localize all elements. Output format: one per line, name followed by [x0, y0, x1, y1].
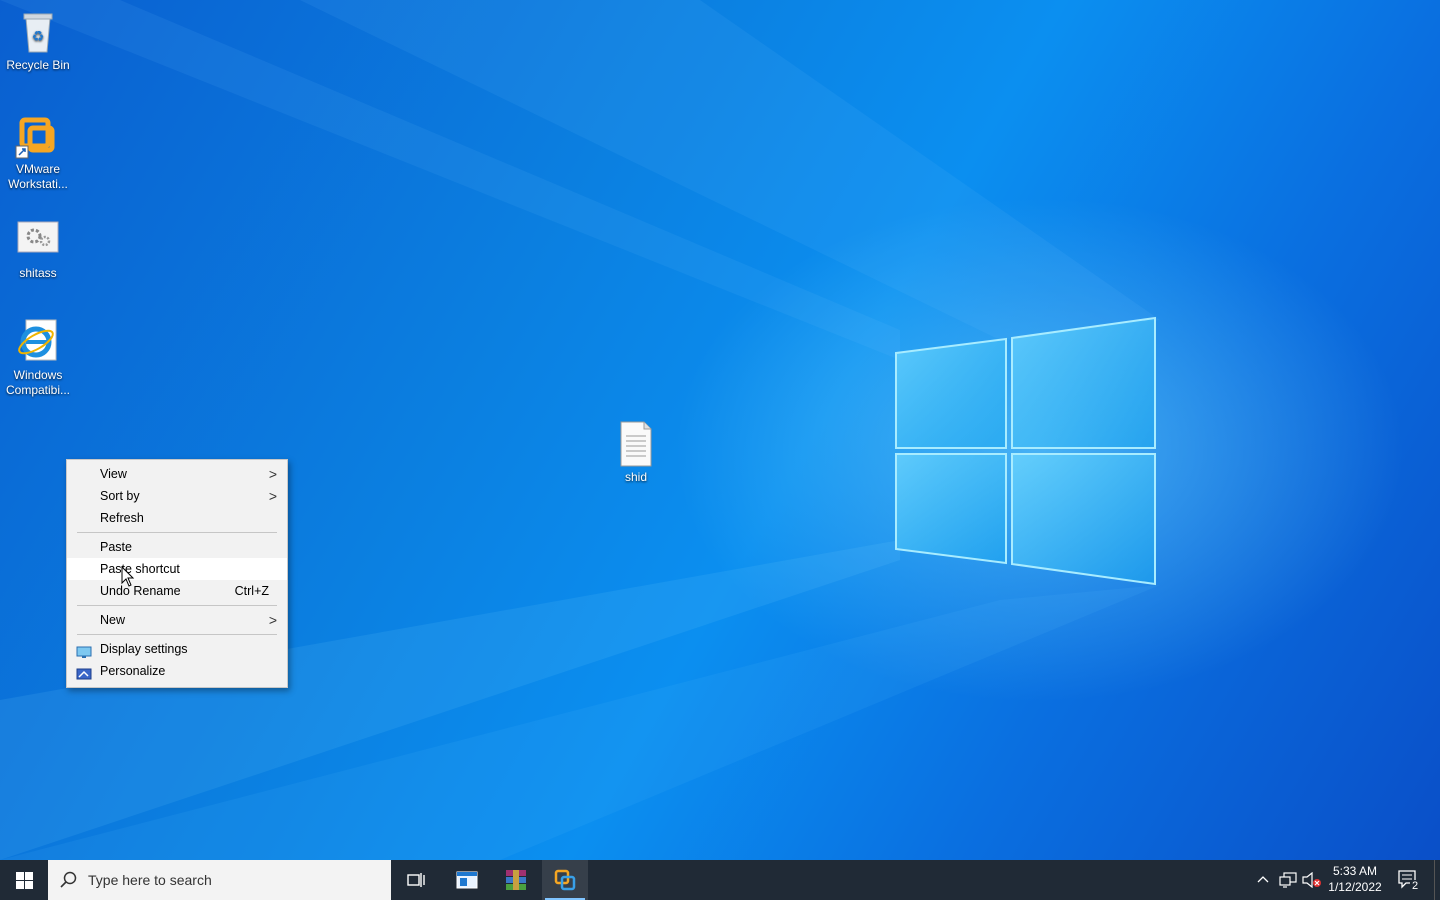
desktop-icon-recycle-bin[interactable]: ♻ Recycle Bin: [0, 8, 76, 73]
taskbar-app-winrar[interactable]: [493, 860, 539, 900]
taskbar-clock[interactable]: 5:33 AM 1/12/2022: [1322, 863, 1388, 895]
svg-text:♻: ♻: [32, 29, 45, 45]
search-icon: [60, 871, 77, 888]
mouse-cursor: [121, 566, 135, 587]
desktop-context-menu: View > Sort by > Refresh Paste Paste sho…: [66, 459, 288, 688]
chevron-right-icon: >: [268, 488, 277, 504]
text-file-icon: [612, 420, 660, 468]
window-app-icon: [456, 871, 478, 889]
desktop-icon-windows-compat[interactable]: Windows Compatibi...: [0, 318, 76, 398]
taskbar-app-vmware[interactable]: [542, 860, 588, 900]
menu-item-undo-rename[interactable]: Undo Rename Ctrl+Z: [67, 580, 287, 602]
menu-item-paste[interactable]: Paste: [67, 536, 287, 558]
task-view-icon: [407, 873, 425, 887]
clock-date: 1/12/2022: [1328, 880, 1382, 894]
wallpaper-light-beams: [0, 0, 1160, 860]
search-placeholder: Type here to search: [88, 872, 212, 888]
chevron-right-icon: >: [268, 612, 277, 628]
settings-app-icon: [14, 216, 62, 264]
show-desktop-button[interactable]: [1434, 860, 1440, 900]
taskbar-app-explorer[interactable]: [444, 860, 490, 900]
chevron-right-icon: >: [268, 466, 277, 482]
notification-count-badge: 2: [1410, 880, 1421, 892]
action-center-button[interactable]: 2: [1392, 860, 1428, 900]
menu-item-view[interactable]: View >: [67, 463, 287, 485]
vmware-label: VMware Workstati...: [8, 162, 68, 191]
recycle-bin-label: Recycle Bin: [6, 58, 70, 72]
undo-shortcut-hint: Ctrl+Z: [234, 584, 269, 598]
menu-item-sort-by[interactable]: Sort by >: [67, 485, 287, 507]
chevron-up-icon: [1257, 876, 1269, 883]
windows-logo-wallpaper: [895, 316, 1156, 586]
taskbar: Type here to search 5:33 AM 1/12/2022 2: [0, 860, 1440, 900]
windows-compat-label: Windows Compatibi...: [5, 368, 71, 397]
vmware-icon: [554, 869, 576, 891]
network-tray-button[interactable]: [1276, 860, 1298, 900]
personalize-icon: [76, 665, 92, 680]
shitass-label: shitass: [19, 266, 57, 280]
vmware-shortcut-icon: [14, 112, 62, 160]
desktop-icon-vmware[interactable]: VMware Workstati...: [0, 112, 76, 192]
clock-time: 5:33 AM: [1332, 864, 1378, 878]
start-button[interactable]: [0, 860, 48, 900]
network-icon: [1279, 872, 1297, 888]
internet-explorer-icon: [14, 318, 62, 366]
show-hidden-icons-button[interactable]: [1252, 860, 1274, 900]
volume-tray-button[interactable]: [1300, 860, 1322, 900]
volume-muted-icon: [1302, 872, 1321, 888]
menu-item-personalize[interactable]: Personalize: [67, 660, 287, 682]
recycle-bin-icon: ♻: [14, 8, 62, 56]
display-settings-icon: [76, 643, 92, 658]
taskbar-search-box[interactable]: Type here to search: [48, 860, 391, 900]
task-view-button[interactable]: [393, 860, 439, 900]
desktop[interactable]: ♻ Recycle Bin VMware Workstati... shitas…: [0, 0, 1440, 860]
desktop-icon-shid[interactable]: shid: [598, 420, 674, 485]
desktop-icon-shitass[interactable]: shitass: [0, 216, 76, 281]
winrar-icon: [506, 870, 526, 890]
menu-item-paste-shortcut[interactable]: Paste shortcut: [67, 558, 287, 580]
menu-separator: [77, 634, 277, 635]
menu-item-refresh[interactable]: Refresh: [67, 507, 287, 529]
shid-label: shid: [624, 470, 647, 484]
menu-separator: [77, 605, 277, 606]
menu-item-display-settings[interactable]: Display settings: [67, 638, 287, 660]
windows-start-icon: [16, 872, 33, 889]
menu-separator: [77, 532, 277, 533]
menu-item-new[interactable]: New >: [67, 609, 287, 631]
